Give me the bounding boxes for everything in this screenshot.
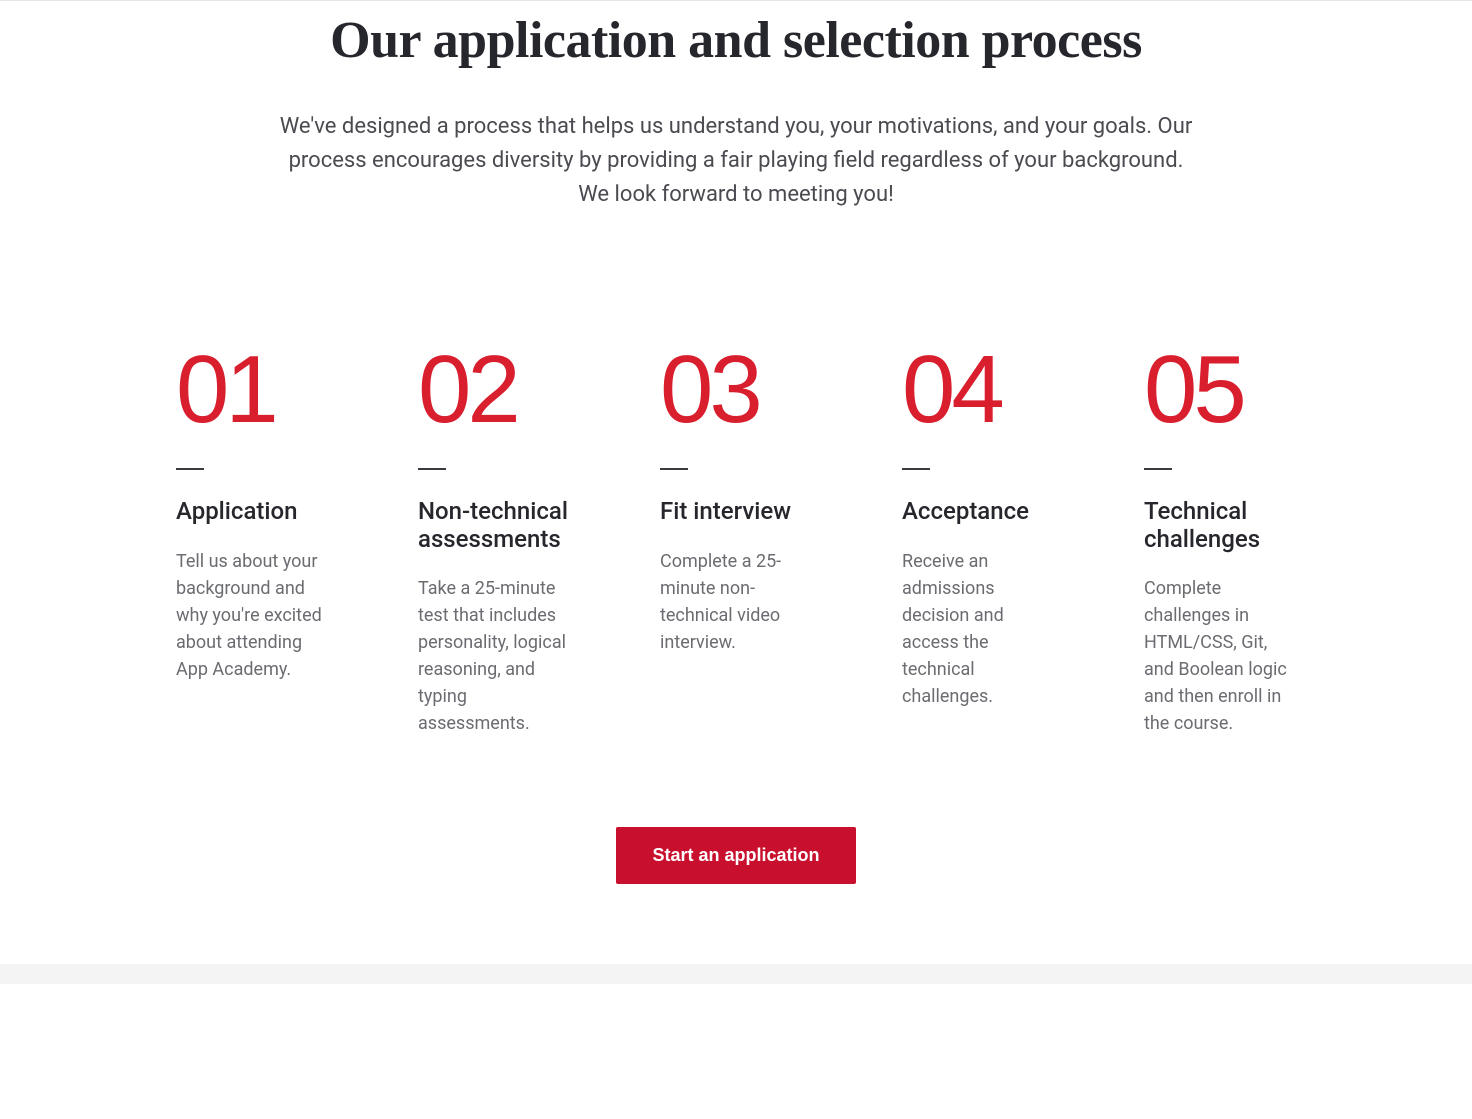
page-heading: Our application and selection process: [176, 11, 1296, 70]
step-number: 01: [176, 342, 328, 438]
step-assessments: 02 Non-technical assessments Take a 25-m…: [418, 342, 570, 737]
step-number: 02: [418, 342, 570, 438]
step-description: Complete a 25-minute non-technical video…: [660, 548, 812, 656]
step-title: Technical challenges: [1144, 498, 1296, 553]
step-divider: [418, 468, 446, 470]
start-application-button[interactable]: Start an application: [616, 827, 855, 884]
step-acceptance: 04 Acceptance Receive an admissions deci…: [902, 342, 1054, 737]
intro-paragraph: We've designed a process that helps us u…: [276, 110, 1196, 212]
step-divider: [176, 468, 204, 470]
step-application: 01 Application Tell us about your backgr…: [176, 342, 328, 737]
cta-section: Start an application: [176, 827, 1296, 964]
step-divider: [660, 468, 688, 470]
step-number: 03: [660, 342, 812, 438]
step-number: 04: [902, 342, 1054, 438]
step-divider: [1144, 468, 1172, 470]
step-number: 05: [1144, 342, 1296, 438]
step-title: Acceptance: [902, 498, 1054, 526]
step-technical-challenges: 05 Technical challenges Complete challen…: [1144, 342, 1296, 737]
step-description: Receive an admissions decision and acces…: [902, 548, 1054, 710]
step-description: Complete challenges in HTML/CSS, Git, an…: [1144, 575, 1296, 737]
step-fit-interview: 03 Fit interview Complete a 25-minute no…: [660, 342, 812, 737]
step-description: Take a 25-minute test that includes pers…: [418, 575, 570, 737]
step-title: Non-technical assessments: [418, 498, 570, 553]
step-divider: [902, 468, 930, 470]
step-title: Application: [176, 498, 328, 526]
step-description: Tell us about your background and why yo…: [176, 548, 328, 683]
step-title: Fit interview: [660, 498, 812, 526]
footer-strip: [0, 964, 1472, 984]
steps-grid: 01 Application Tell us about your backgr…: [176, 342, 1296, 737]
